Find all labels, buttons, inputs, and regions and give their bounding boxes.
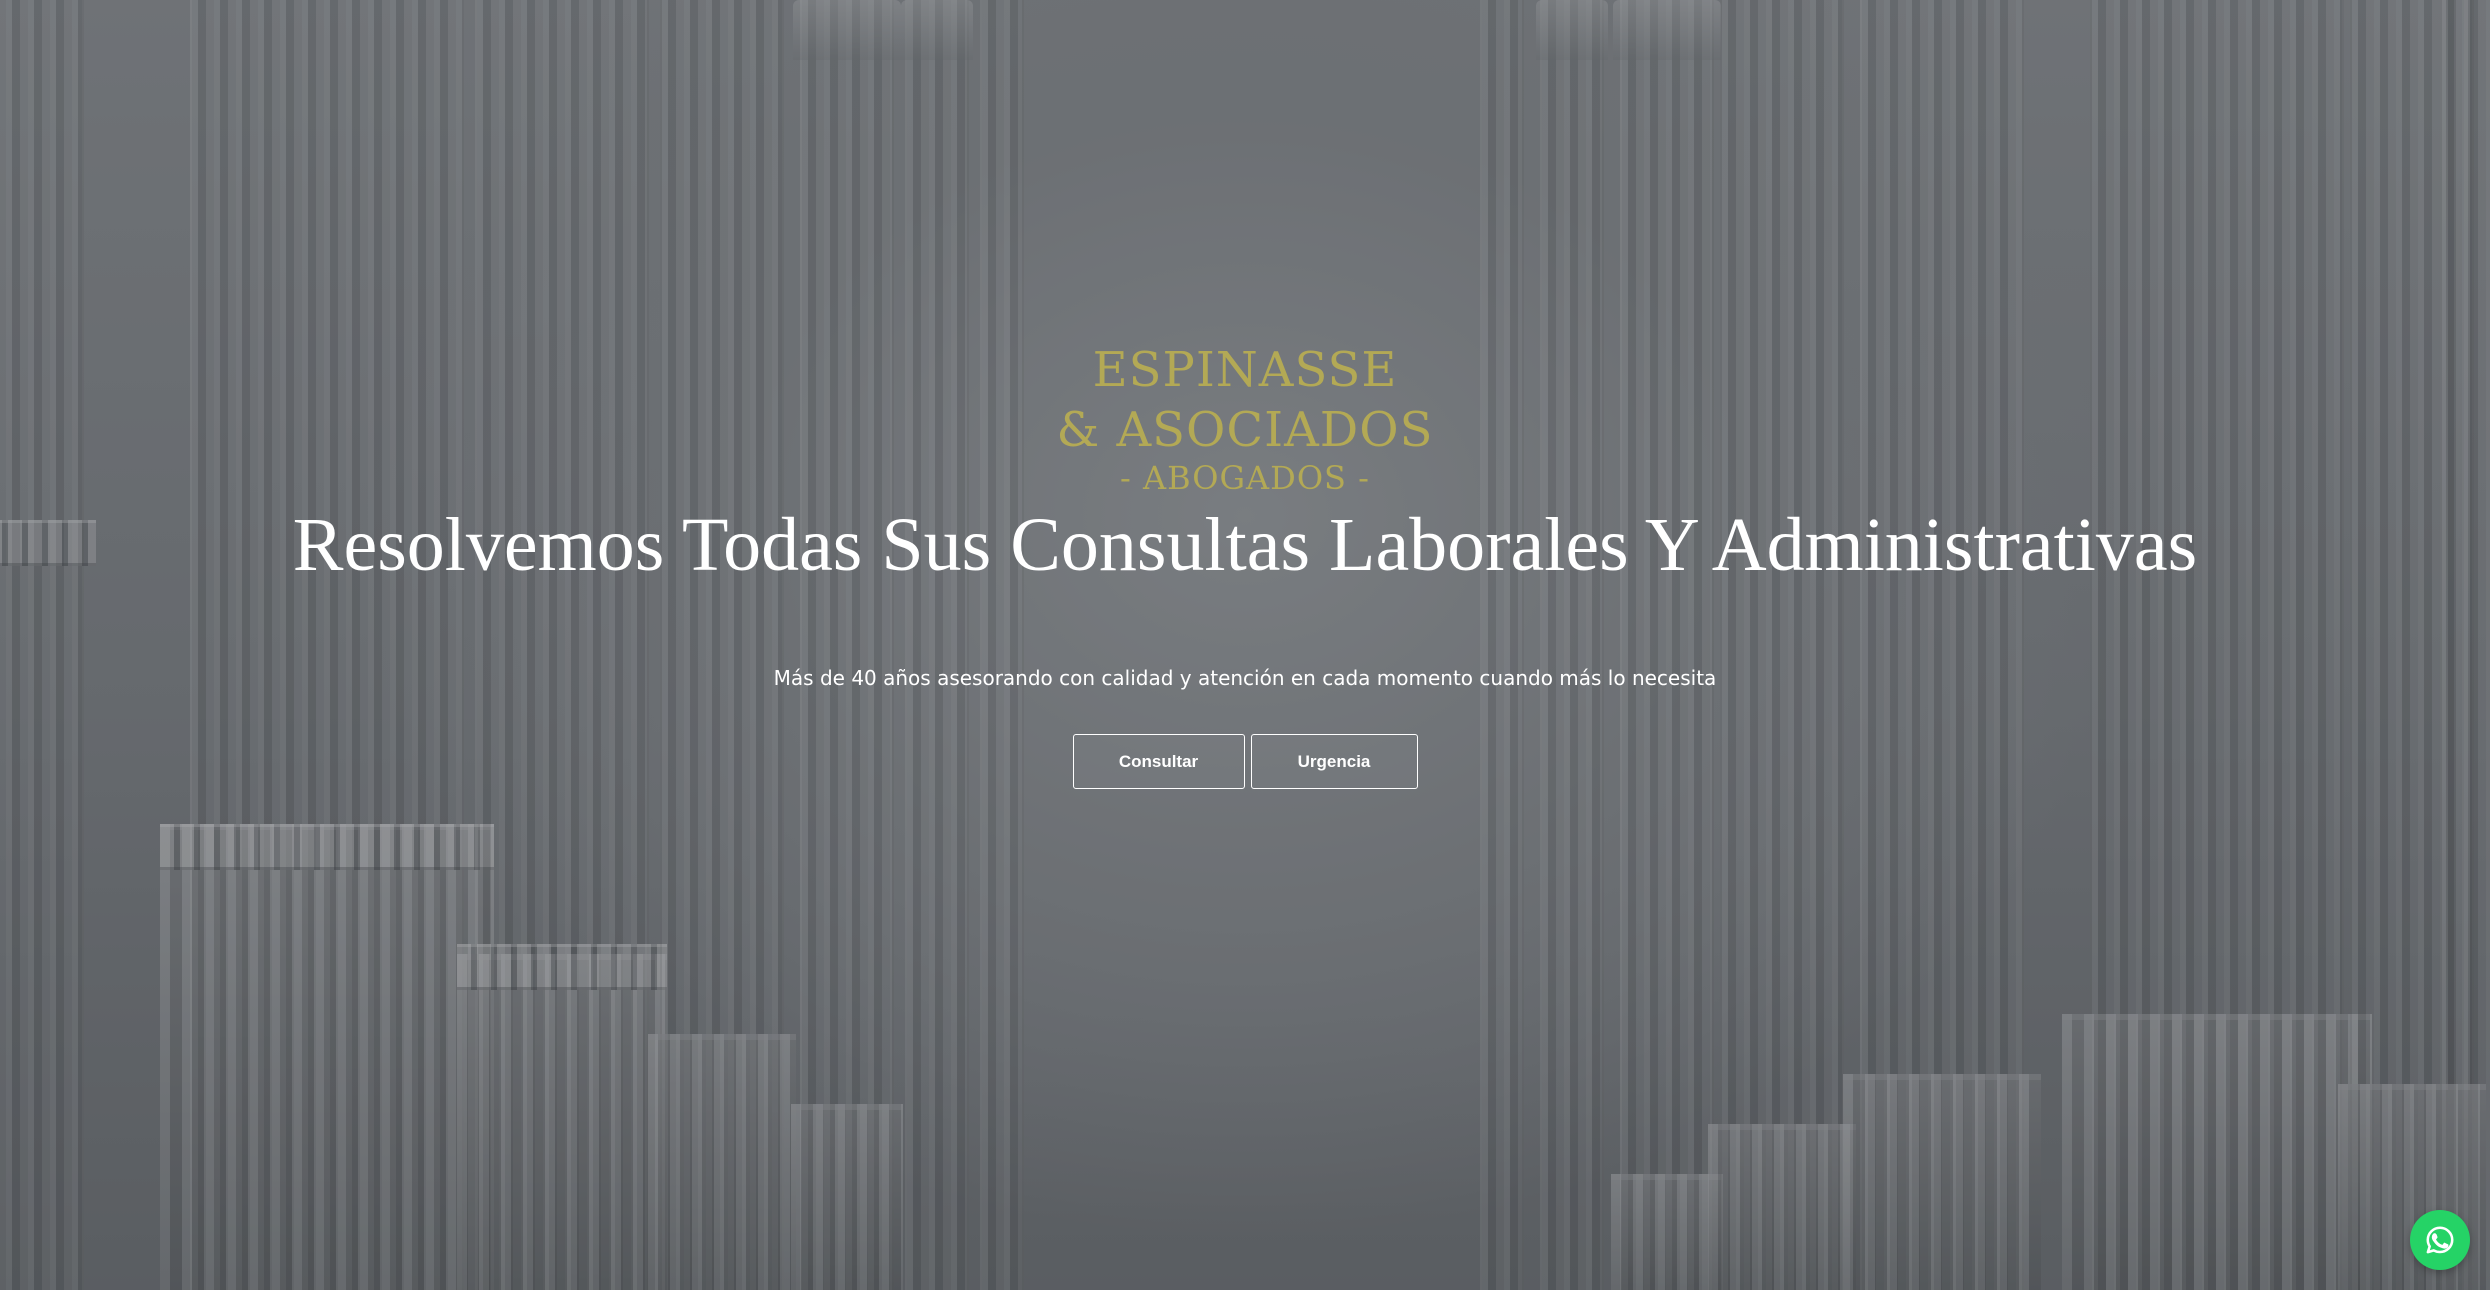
logo-partners-line: & ASOCIADOS xyxy=(1056,402,1434,458)
logo-name-line: ESPINASSE xyxy=(1092,342,1398,398)
whatsapp-icon xyxy=(2426,1226,2454,1254)
brand-logo: ESPINASSE & ASOCIADOS - ABOGADOS - xyxy=(0,340,2490,496)
hero-subtitle: Más de 40 años asesorando con calidad y … xyxy=(773,666,1717,690)
hero-headline: Resolvemos Todas Sus Consultas Laborales… xyxy=(292,503,2198,587)
logo-profession-line: - ABOGADOS - xyxy=(1120,459,1370,497)
whatsapp-button[interactable] xyxy=(2410,1210,2470,1270)
hero-section: ESPINASSE & ASOCIADOS - ABOGADOS - Resol… xyxy=(0,0,2490,1290)
urgencia-button[interactable]: Urgencia xyxy=(1250,734,1418,789)
cta-button-group: Consultar Urgencia xyxy=(0,734,2490,789)
consultar-button[interactable]: Consultar xyxy=(1072,734,1245,789)
